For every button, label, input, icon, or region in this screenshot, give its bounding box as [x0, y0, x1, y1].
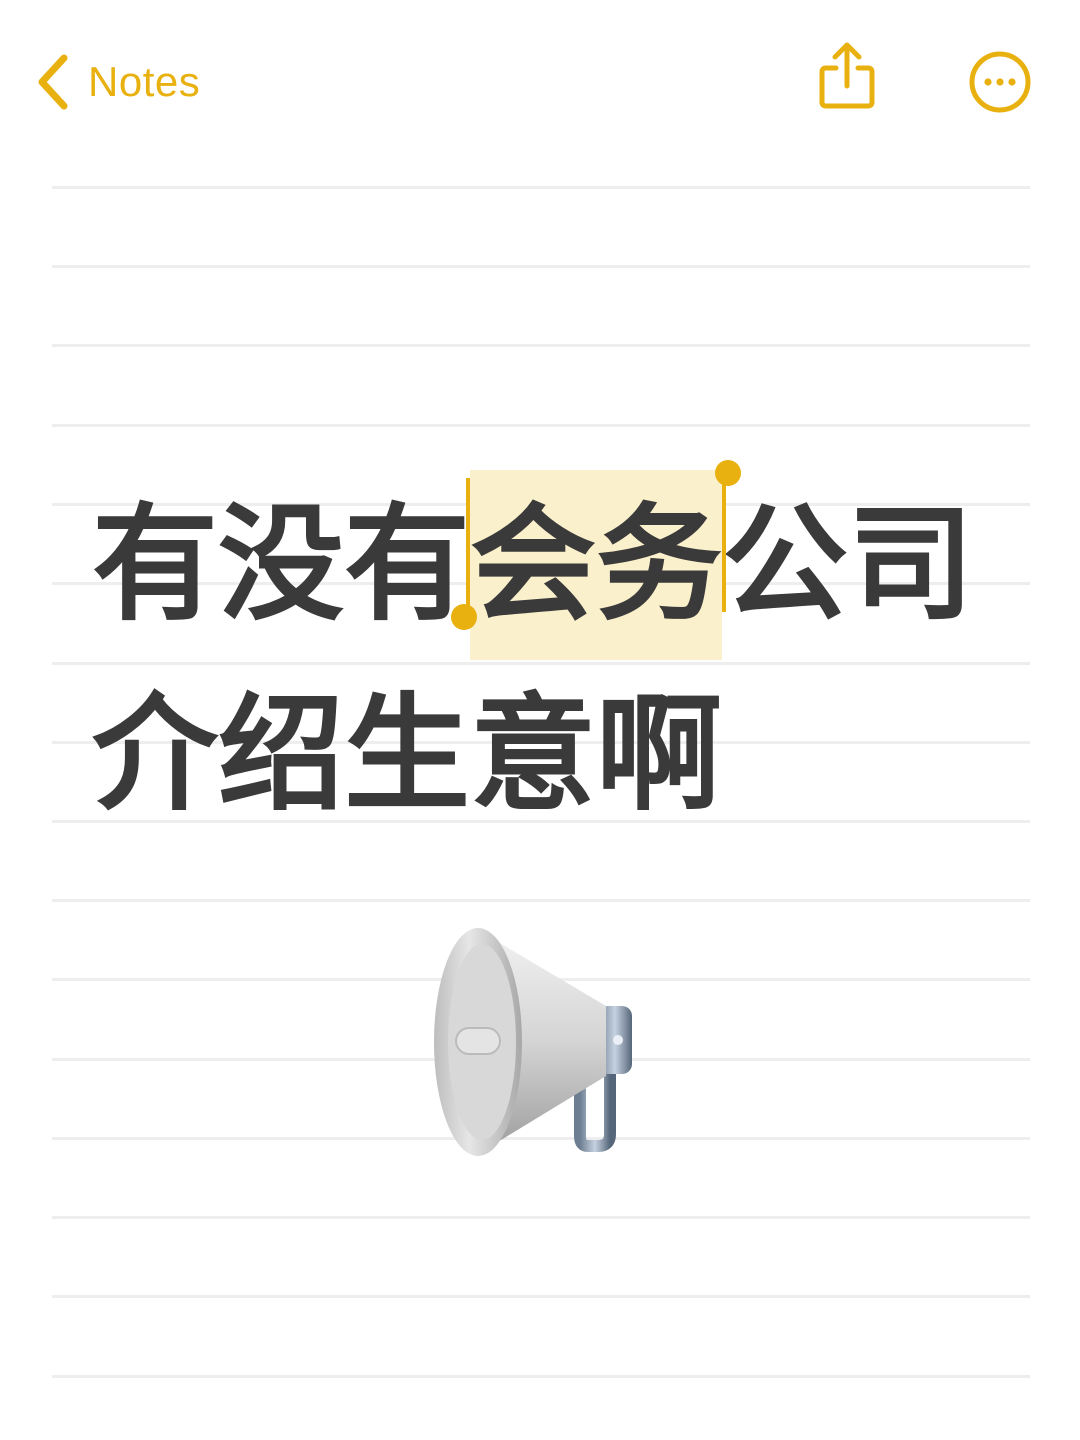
note-text-after-selection[interactable]: 公司: [722, 491, 974, 638]
note-text-before-selection[interactable]: 有没有: [92, 491, 470, 638]
rule-line: [52, 424, 1030, 427]
note-body[interactable]: 有没有 会务 公司 介绍生意啊: [92, 460, 1032, 850]
rule-line: [52, 1295, 1030, 1298]
rule-line: [52, 1216, 1030, 1219]
selected-text-label: 会务: [470, 491, 722, 638]
rule-line: [52, 1375, 1030, 1378]
selection-end-knob[interactable]: [715, 460, 741, 486]
megaphone-icon: [420, 920, 660, 1170]
rule-line: [52, 265, 1030, 268]
selection-start-knob[interactable]: [451, 604, 477, 630]
rule-line: [52, 186, 1030, 189]
note-line-1[interactable]: 有没有 会务 公司: [92, 460, 1032, 660]
selection-start-handle[interactable]: [451, 478, 477, 630]
rule-line: [52, 899, 1030, 902]
selection-end-handle[interactable]: [715, 460, 741, 612]
rule-line: [52, 344, 1030, 347]
note-line-2[interactable]: 介绍生意啊: [92, 660, 1032, 850]
selected-text[interactable]: 会务: [451, 460, 741, 660]
